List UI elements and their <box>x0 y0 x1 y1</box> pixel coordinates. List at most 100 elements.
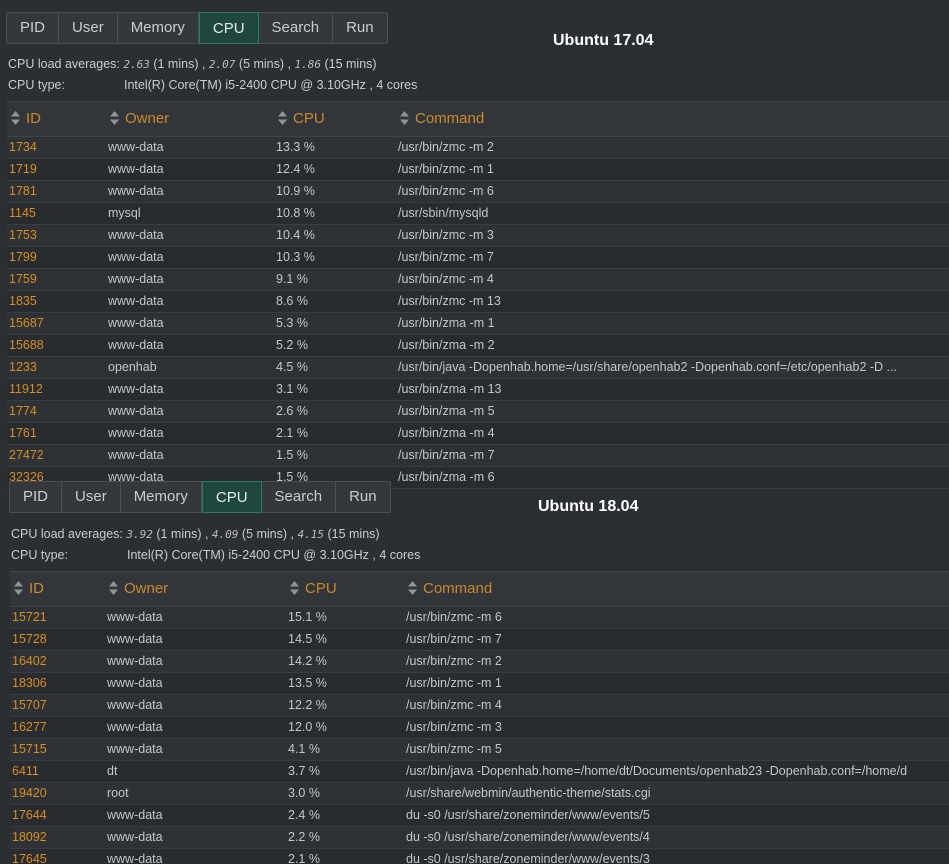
table-row[interactable]: 1835 www-data 8.6 % /usr/bin/zmc -m 13 <box>7 291 949 313</box>
process-cpu: 5.2 % <box>276 338 308 352</box>
process-owner: www-data <box>107 830 163 844</box>
table-row[interactable]: 15715 www-data 4.1 % /usr/bin/zmc -m 5 <box>10 739 949 761</box>
column-header-owner[interactable]: Owner <box>109 572 168 605</box>
table-row[interactable]: 15688 www-data 5.2 % /usr/bin/zma -m 2 <box>7 335 949 357</box>
column-header-id[interactable]: ID <box>14 572 44 605</box>
table-row[interactable]: 27472 www-data 1.5 % /usr/bin/zma -m 7 <box>7 445 949 467</box>
process-id: 15707 <box>12 698 47 712</box>
table-row[interactable]: 17645 www-data 2.1 % du -s0 /usr/share/zone… <box>10 849 949 864</box>
table-row[interactable]: 16277 www-data 12.0 % /usr/bin/zmc -m 3 <box>10 717 949 739</box>
tab-user[interactable]: User <box>59 13 118 43</box>
table-row[interactable]: 1799 www-data 10.3 % /usr/bin/zmc -m 7 <box>7 247 949 269</box>
load-1min-unit: (1 mins) , <box>153 57 206 71</box>
process-owner: www-data <box>108 426 164 440</box>
table-row[interactable]: 1759 www-data 9.1 % /usr/bin/zmc -m 4 <box>7 269 949 291</box>
process-id: 15688 <box>9 338 44 352</box>
process-cpu: 12.4 % <box>276 162 315 176</box>
table-row[interactable]: 18092 www-data 2.2 % du -s0 /usr/share/zone… <box>10 827 949 849</box>
process-owner: www-data <box>108 382 164 396</box>
process-command: /usr/bin/zmc -m 4 <box>398 272 494 286</box>
tab-cpu[interactable]: CPU <box>198 12 259 44</box>
load-15min: 4.15 <box>297 528 324 541</box>
column-header-label: Command <box>415 110 485 127</box>
tab-search[interactable]: Search <box>259 13 334 43</box>
process-command: /usr/bin/zmc -m 5 <box>406 742 502 756</box>
cpu-type-value: Intel(R) Core(TM) i5-2400 CPU @ 3.10GHz … <box>127 548 421 562</box>
process-owner: root <box>107 786 129 800</box>
table-row[interactable]: 6411 dt 3.7 % /usr/bin/java -Dopenhab.home=… <box>10 761 949 783</box>
os-version-title: Ubuntu 17.04 <box>553 32 654 49</box>
process-cpu: 14.5 % <box>288 632 327 646</box>
process-cpu: 2.1 % <box>276 426 308 440</box>
process-owner: www-data <box>107 698 163 712</box>
table-row[interactable]: 1145 mysql 10.8 % /usr/sbin/mysqld <box>7 203 949 225</box>
table-row[interactable]: 1761 www-data 2.1 % /usr/bin/zma -m 4 <box>7 423 949 445</box>
process-panel-ubuntu-1804: PID User Memory CPU Search Run Ubuntu 18.04 CPU… <box>0 474 949 864</box>
tab-cpu[interactable]: CPU <box>201 481 262 513</box>
load-15min: 1.86 <box>294 58 321 71</box>
column-header-cpu[interactable]: CPU <box>278 102 325 135</box>
process-owner: www-data <box>108 184 164 198</box>
process-owner: www-data <box>107 808 163 822</box>
process-cpu: 4.1 % <box>288 742 320 756</box>
cpu-type-value: Intel(R) Core(TM) i5-2400 CPU @ 3.10GHz … <box>124 78 418 92</box>
column-header-cpu[interactable]: CPU <box>290 572 337 605</box>
process-owner: www-data <box>108 140 164 154</box>
table-row[interactable]: 15721 www-data 15.1 % /usr/bin/zmc -m 6 <box>10 607 949 629</box>
process-command: /usr/bin/zmc -m 6 <box>406 610 502 624</box>
sort-icon <box>109 581 118 595</box>
sort-icon <box>278 111 287 125</box>
sort-icon <box>110 111 119 125</box>
table-row[interactable]: 19420 root 3.0 % /usr/share/webmin/authenti… <box>10 783 949 805</box>
process-owner: www-data <box>107 720 163 734</box>
process-owner: www-data <box>108 272 164 286</box>
process-cpu: 2.4 % <box>288 808 320 822</box>
tab-run[interactable]: Run <box>333 13 387 43</box>
column-header-command[interactable]: Command <box>408 572 492 605</box>
table-header: ID Owner CPU Command <box>7 101 949 137</box>
table-row[interactable]: 18306 www-data 13.5 % /usr/bin/zmc -m 1 <box>10 673 949 695</box>
process-table: ID Owner CPU Command 15721 www-data 15.1 % /usr… <box>10 571 949 864</box>
process-id: 1761 <box>9 426 37 440</box>
process-cpu: 3.1 % <box>276 382 308 396</box>
table-row[interactable]: 1719 www-data 12.4 % /usr/bin/zmc -m 1 <box>7 159 949 181</box>
column-header-id[interactable]: ID <box>11 102 41 135</box>
table-row[interactable]: 1233 openhab 4.5 % /usr/bin/java -Dopenhab.… <box>7 357 949 379</box>
tab-bar: PID User Memory CPU Search Run <box>6 12 388 44</box>
table-row[interactable]: 1734 www-data 13.3 % /usr/bin/zmc -m 2 <box>7 137 949 159</box>
process-command: du -s0 /usr/share/zoneminder/www/events/… <box>406 808 650 822</box>
cpu-type-label: CPU type: <box>8 78 65 92</box>
process-owner: openhab <box>108 360 157 374</box>
table-row[interactable]: 17644 www-data 2.4 % du -s0 /usr/share/zone… <box>10 805 949 827</box>
table-row[interactable]: 11912 www-data 3.1 % /usr/bin/zma -m 13 <box>7 379 949 401</box>
table-row[interactable]: 1774 www-data 2.6 % /usr/bin/zma -m 5 <box>7 401 949 423</box>
tab-memory[interactable]: Memory <box>121 482 202 512</box>
tab-search[interactable]: Search <box>262 482 337 512</box>
process-owner: www-data <box>108 162 164 176</box>
process-cpu: 15.1 % <box>288 610 327 624</box>
tab-pid[interactable]: PID <box>10 482 63 512</box>
tab-run[interactable]: Run <box>336 482 390 512</box>
table-row[interactable]: 1781 www-data 10.9 % /usr/bin/zmc -m 6 <box>7 181 949 203</box>
process-id: 17644 <box>12 808 47 822</box>
load-5min: 4.09 <box>211 528 239 541</box>
table-row[interactable]: 15707 www-data 12.2 % /usr/bin/zmc -m 4 <box>10 695 949 717</box>
process-owner: www-data <box>108 448 164 462</box>
process-command: /usr/bin/zmc -m 7 <box>398 250 494 264</box>
table-row[interactable]: 15687 www-data 5.3 % /usr/bin/zma -m 1 <box>7 313 949 335</box>
column-header-command[interactable]: Command <box>400 102 484 135</box>
process-owner: www-data <box>108 338 164 352</box>
table-row[interactable]: 16402 www-data 14.2 % /usr/bin/zmc -m 2 <box>10 651 949 673</box>
process-command: /usr/bin/zma -m 4 <box>398 426 495 440</box>
tab-pid[interactable]: PID <box>7 13 60 43</box>
tab-memory[interactable]: Memory <box>118 13 199 43</box>
column-header-label: ID <box>26 110 41 127</box>
cpu-type-label: CPU type: <box>11 548 68 562</box>
load-label: CPU load averages: <box>11 527 123 541</box>
table-row[interactable]: 15728 www-data 14.5 % /usr/bin/zmc -m 7 <box>10 629 949 651</box>
table-row[interactable]: 1753 www-data 10.4 % /usr/bin/zmc -m 3 <box>7 225 949 247</box>
tab-user[interactable]: User <box>62 482 121 512</box>
process-id: 17645 <box>12 852 47 864</box>
column-header-owner[interactable]: Owner <box>110 102 169 135</box>
process-id: 1753 <box>9 228 37 242</box>
